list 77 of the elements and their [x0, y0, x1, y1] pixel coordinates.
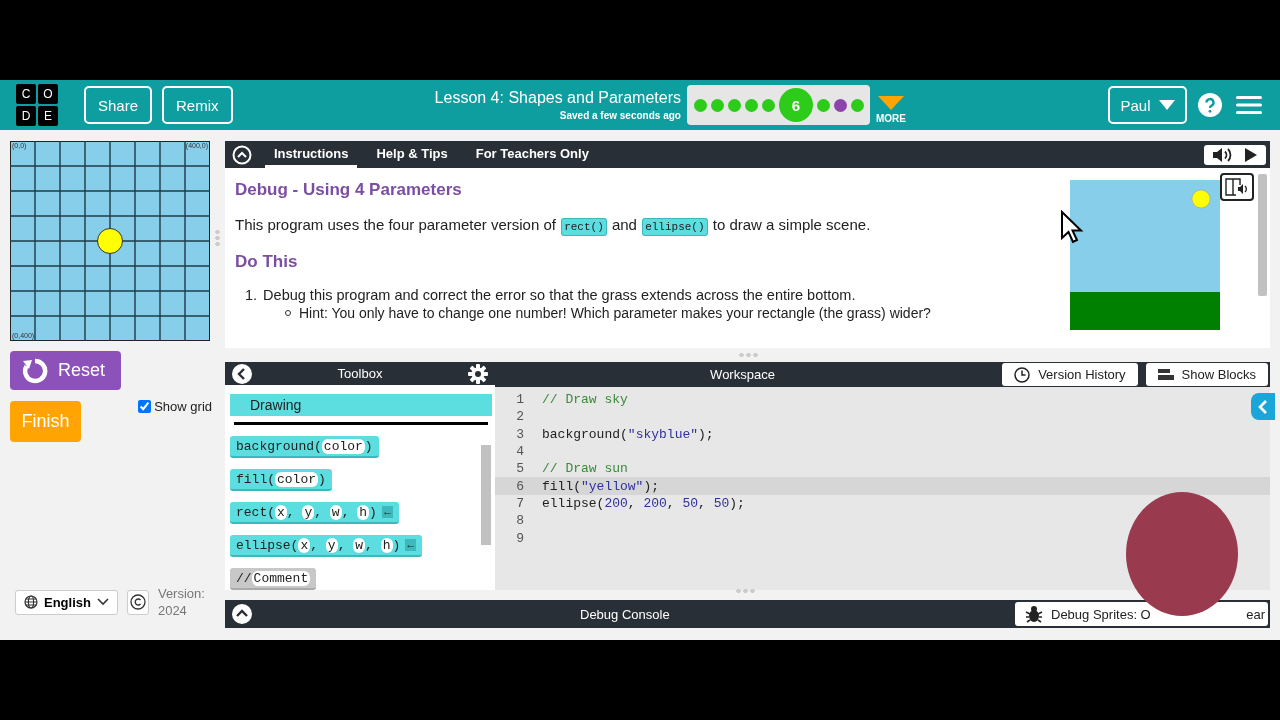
version-text: Version: 2024 [157, 585, 206, 619]
instructions-title: Debug - Using 4 Parameters [235, 180, 463, 200]
save-status: Saved a few seconds ago [558, 110, 681, 121]
debug-console-title: Debug Console [580, 606, 670, 622]
show-blocks-button[interactable]: Show Blocks [1145, 363, 1268, 386]
clear-button[interactable]: ear [1246, 606, 1265, 622]
code-block[interactable]: fill(color) [230, 469, 332, 491]
instructions-tab[interactable]: For Teachers Only [466, 141, 598, 168]
help-icon[interactable] [1198, 93, 1222, 117]
level-dot[interactable] [816, 98, 830, 112]
code-line[interactable]: background("skyblue"); [542, 426, 714, 442]
settings-icon[interactable] [468, 363, 488, 384]
caret-icon [1158, 100, 1175, 110]
expand-tab[interactable] [1251, 393, 1275, 420]
line-number: 4 [515, 444, 524, 460]
line-number: 5 [515, 461, 524, 477]
comment-block[interactable]: //Comment [230, 568, 317, 590]
section-heading: Do This [235, 252, 299, 272]
line-number: 7 [515, 495, 524, 511]
clock-icon [1014, 366, 1031, 383]
reset-button[interactable]: Reset [10, 351, 121, 390]
code-block[interactable]: rect(x, y, w, h) ← [230, 502, 399, 524]
line-number: 3 [515, 426, 524, 442]
lesson-title: Lesson 4: Shapes and Parameters [434, 89, 681, 107]
line-number: 6 [515, 478, 524, 494]
logo-letter: D [16, 106, 36, 126]
level-dot[interactable] [727, 98, 741, 112]
level-dot[interactable] [744, 98, 758, 112]
collapse-icon[interactable] [232, 144, 252, 165]
resize-handle[interactable] [735, 587, 755, 595]
line-number: 8 [515, 513, 524, 529]
menu-icon[interactable] [1236, 95, 1262, 115]
code-line[interactable]: // Draw sun [542, 461, 628, 477]
back-icon[interactable] [232, 363, 252, 384]
version-history-button[interactable]: Version History [1002, 363, 1138, 386]
level-dot[interactable] [761, 98, 775, 112]
code-block[interactable]: background(color) [230, 436, 379, 458]
show-grid-checkbox[interactable] [138, 400, 152, 413]
chevron-left-icon [1257, 398, 1269, 415]
line-number: 1 [515, 392, 524, 408]
speaker-icon[interactable] [1212, 146, 1234, 163]
checkbox-label: Show grid [154, 399, 212, 414]
step-number: 1. [245, 287, 258, 303]
line-number: 2 [515, 409, 524, 425]
step-text: Debug this program and correct the error so that the grass extends across the entire bottom. [263, 287, 856, 303]
code-block[interactable]: ellipse(x, y, w, h) ← [230, 535, 422, 557]
code-line[interactable]: // Draw sky [542, 392, 628, 408]
blocks-icon [1157, 368, 1174, 381]
chevron-down-icon [96, 598, 109, 606]
toolbox-title: Toolbox [337, 366, 383, 381]
copyright-icon [129, 594, 146, 610]
logo-letter: C [16, 84, 36, 104]
expand-icon[interactable] [232, 604, 252, 624]
read-aloud-icon [1224, 177, 1250, 197]
instructions-tab[interactable]: Help & Tips [367, 141, 457, 168]
code-line[interactable]: fill("yellow"); [542, 478, 660, 494]
resize-handle[interactable] [215, 229, 220, 247]
level-dot[interactable] [710, 98, 724, 112]
line-number: 9 [515, 530, 524, 546]
hint-text: Hint: You only have to change one number! Which parameter makes your rectangle (the grass) wider? [299, 305, 931, 321]
logo-letter: E [38, 106, 58, 126]
bug-icon [1025, 605, 1043, 623]
copyright-button[interactable] [126, 589, 149, 615]
scrollbar[interactable] [1258, 174, 1267, 296]
level-dot[interactable] [833, 98, 847, 112]
code-line[interactable]: ellipse(200, 200, 50, 50); [542, 495, 745, 511]
level-dot[interactable] [850, 98, 864, 112]
logo-letter: O [38, 84, 58, 104]
play-icon[interactable] [1244, 147, 1258, 162]
globe-icon [24, 595, 38, 609]
language-dropdown[interactable]: English [15, 589, 118, 615]
mouse-cursor-icon [1060, 210, 1084, 244]
reset-arrow-icon [22, 357, 48, 384]
read-aloud-button[interactable] [1220, 173, 1254, 201]
workspace-title: Workspace [709, 367, 776, 382]
caret-icon [876, 94, 905, 111]
level-dot[interactable] [693, 98, 707, 112]
